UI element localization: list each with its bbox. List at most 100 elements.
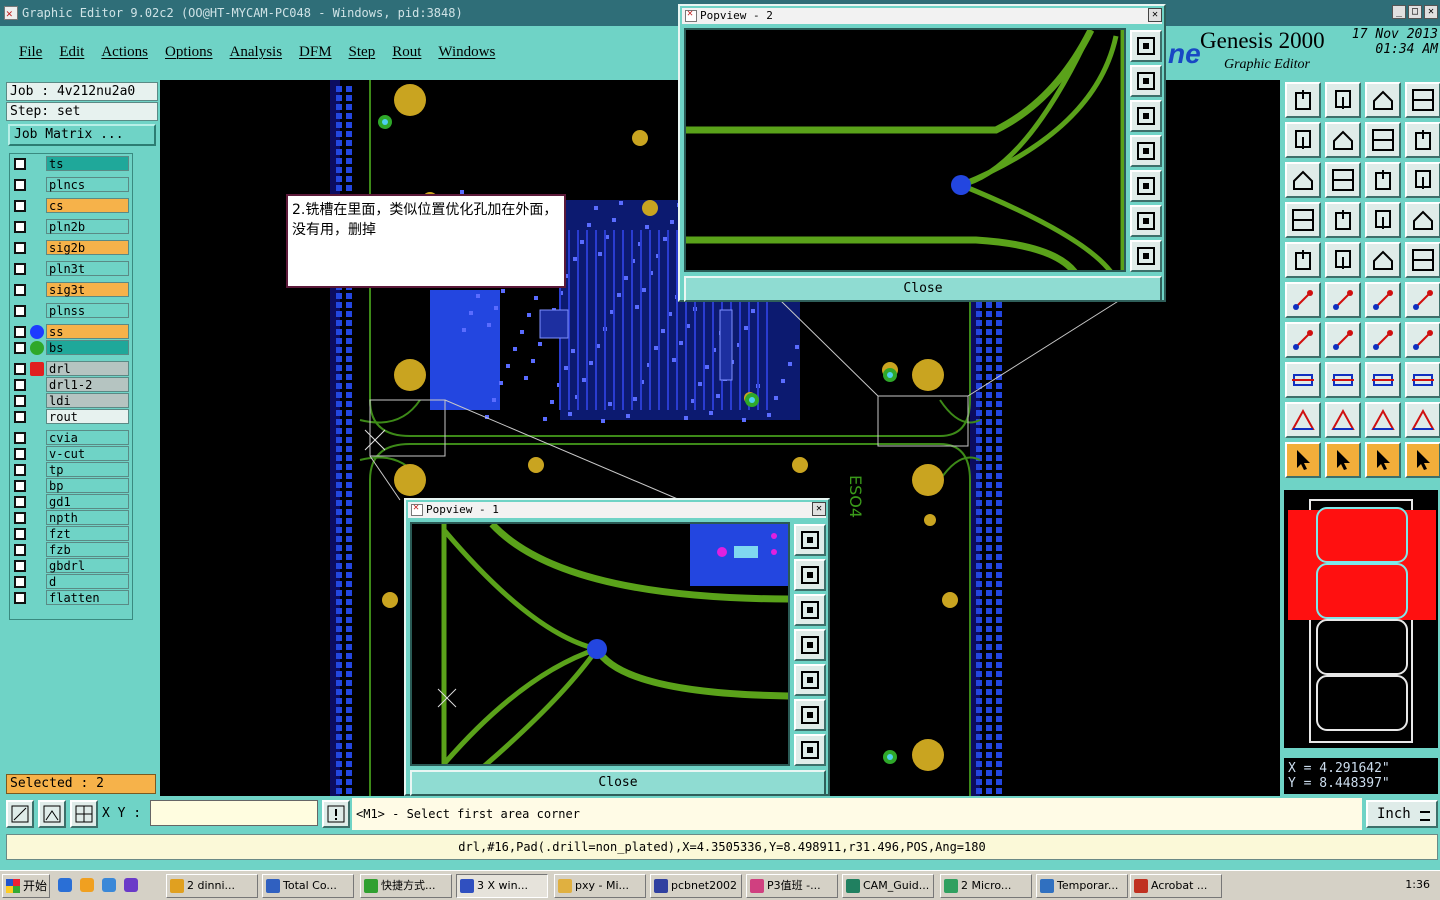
ruler-icon[interactable] [1365,242,1401,278]
menu-dfm[interactable]: DFM [299,44,332,61]
layer-row-d[interactable]: d [12,574,132,589]
layer-row-ss[interactable]: ss [12,324,132,339]
taskbar-task[interactable]: 2 dinni... [166,874,258,898]
dimension-icon[interactable] [1365,362,1401,398]
layer-row-npth[interactable]: npth [12,510,132,525]
menu-file[interactable]: File [19,44,42,61]
layer-checkbox[interactable] [14,560,26,572]
taskbar-task[interactable]: 2 Micro... [940,874,1032,898]
taskbar-task[interactable]: Acrobat ... [1130,874,1222,898]
layer-row-bs[interactable]: bs [12,340,132,355]
layer-checkbox[interactable] [14,576,26,588]
layer-checkbox[interactable] [14,305,26,317]
taskbar-task[interactable]: pcbnet2002 [650,874,742,898]
layer-row-fzt[interactable]: fzt [12,526,132,541]
grid-icon[interactable] [70,800,98,828]
layer-checkbox[interactable] [14,528,26,540]
zoom-out-icon[interactable] [794,734,826,766]
layer-checkbox[interactable] [14,411,26,423]
circle-icon[interactable] [1405,242,1440,278]
layer-row-pln3t[interactable]: pln3t [12,261,132,276]
help-icon[interactable] [1405,162,1440,198]
layer-row-cs[interactable]: cs [12,198,132,213]
connect-icon[interactable] [1285,282,1321,318]
menu-analysis[interactable]: Analysis [230,44,283,61]
layer-checkbox[interactable] [14,242,26,254]
layer-pin-icon[interactable] [1365,202,1401,238]
taskbar-task[interactable]: Total Co... [262,874,354,898]
center-icon[interactable] [1325,162,1361,198]
layer-row-sig2b[interactable]: sig2b [12,240,132,255]
layer-checkbox[interactable] [14,464,26,476]
menu-windows[interactable]: Windows [438,44,495,61]
triangle4-icon[interactable] [1405,402,1440,438]
popview-1-canvas[interactable] [410,522,790,766]
rotate-icon[interactable] [1365,322,1401,358]
taskbar-task[interactable]: 3 X win... [456,874,548,898]
line-icon[interactable] [1325,362,1361,398]
undo-view-icon[interactable] [1365,122,1401,158]
taskbar-task[interactable]: 快捷方式... [360,874,452,898]
line-node2-icon[interactable] [1405,282,1440,318]
layer-checkbox[interactable] [14,284,26,296]
pan-right-icon[interactable] [794,664,826,696]
zoom-in-icon[interactable] [794,699,826,731]
zoom-out-icon[interactable] [1130,240,1162,272]
maximize-button[interactable]: □ [1408,5,1422,19]
taskbar-task[interactable]: CAM_Guid... [842,874,934,898]
layer-row-drl1-2[interactable]: drl1-2 [12,377,132,392]
xwin-icon[interactable] [124,878,138,892]
step-minimap[interactable] [1284,490,1438,748]
layer-row-pln2b[interactable]: pln2b [12,219,132,234]
triangle2-icon[interactable] [1325,402,1361,438]
mirror-icon[interactable] [1405,322,1440,358]
layer-checkbox[interactable] [14,158,26,170]
layer-checkbox[interactable] [14,395,26,407]
triangle3-icon[interactable] [1365,402,1401,438]
job-matrix-button[interactable]: Job Matrix ... [8,124,156,146]
zoom-fit-icon[interactable] [794,524,826,556]
media-icon[interactable] [102,878,116,892]
menu-edit[interactable]: Edit [59,44,84,61]
cross-icon[interactable] [1325,282,1361,318]
popview-2-close-icon[interactable]: ✕ [1148,8,1162,22]
layer-checkbox[interactable] [14,592,26,604]
layer-row-ldi[interactable]: ldi [12,393,132,408]
triangle-icon[interactable] [1285,402,1321,438]
xy-input[interactable] [150,800,318,826]
close-window-button[interactable]: ✕ [1424,5,1438,19]
fit-icon[interactable] [1285,162,1321,198]
layer-checkbox[interactable] [14,448,26,460]
layer-checkbox[interactable] [14,326,26,338]
palette-icon[interactable] [1325,242,1361,278]
explorer-icon[interactable] [80,878,94,892]
pan-down-icon[interactable] [1130,100,1162,132]
zoom-in-icon[interactable] [1130,205,1162,237]
zoom-fit-icon[interactable] [1130,30,1162,62]
layer-pin2-icon[interactable] [1405,202,1440,238]
menu-options[interactable]: Options [165,44,213,61]
layer-checkbox[interactable] [14,544,26,556]
layer-row-sig3t[interactable]: sig3t [12,282,132,297]
redo-view-icon[interactable] [1405,122,1440,158]
minimize-button[interactable]: _ [1392,5,1406,19]
layer-checkbox[interactable] [14,200,26,212]
pan-left-icon[interactable] [794,629,826,661]
slash-icon[interactable] [1325,322,1361,358]
pan-up-icon[interactable] [794,559,826,591]
pad-icon[interactable] [1285,242,1321,278]
move-left-icon[interactable] [1285,122,1321,158]
measure-icon[interactable] [38,800,66,828]
angle-icon[interactable] [1285,322,1321,358]
move-up-icon[interactable] [1285,82,1321,118]
layer-row-plncs[interactable]: plncs [12,177,132,192]
layer-row-bp[interactable]: bp [12,478,132,493]
pointer4-icon[interactable] [1405,442,1440,478]
move-right-icon[interactable] [1325,122,1361,158]
layer-row-gbdrl[interactable]: gbdrl [12,558,132,573]
pointer3-icon[interactable] [1365,442,1401,478]
pan-left-icon[interactable] [1130,135,1162,167]
layer-checkbox[interactable] [14,342,26,354]
layer-row-cvia[interactable]: cvia [12,430,132,445]
unit-selector[interactable]: Inch [1366,800,1438,828]
